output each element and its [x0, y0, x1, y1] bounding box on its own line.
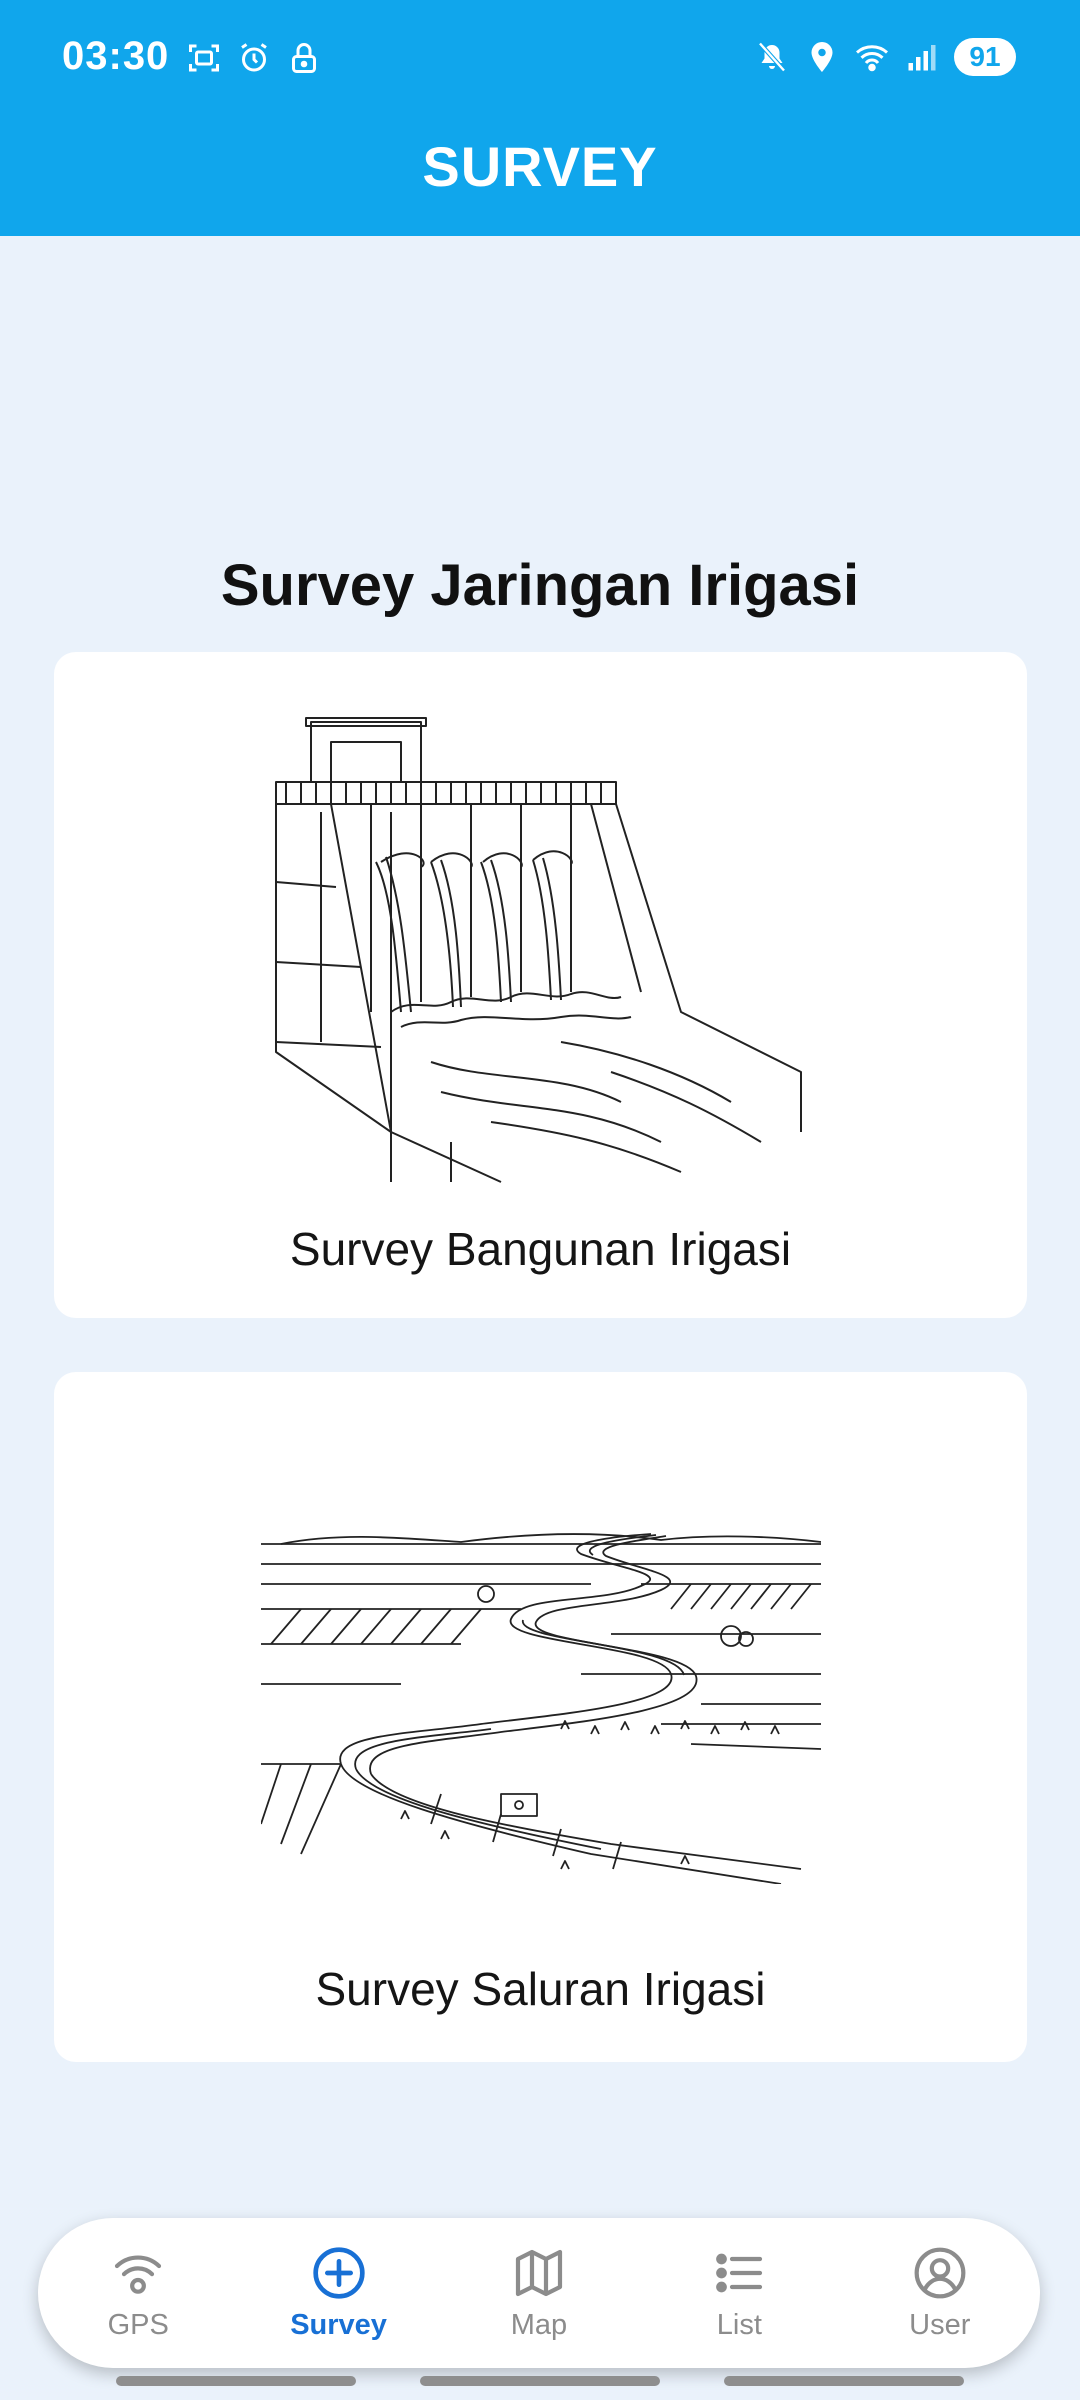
survey-bangunan-card[interactable]: Survey Bangunan Irigasi	[54, 652, 1027, 1318]
status-icons-right: 91	[754, 38, 1016, 76]
lock-icon	[292, 43, 316, 73]
gesture-bar-left	[116, 2376, 356, 2386]
nav-item-gps[interactable]: GPS	[58, 2245, 218, 2342]
battery-indicator: 91	[954, 38, 1016, 76]
app-header: 03:30 91 SURVEY	[0, 0, 1080, 236]
bottom-navigation: GPS Survey Map List User	[38, 2218, 1040, 2368]
gesture-bar-center	[420, 2376, 660, 2386]
nav-item-survey[interactable]: Survey	[259, 2245, 419, 2342]
alarm-icon	[241, 43, 267, 72]
nav-item-user[interactable]: User	[860, 2245, 1020, 2342]
survey-saluran-card[interactable]: Survey Saluran Irigasi	[54, 1372, 1027, 2062]
nav-item-list[interactable]: List	[659, 2245, 819, 2342]
irrigation-canal-illustration	[260, 1533, 821, 1884]
section-heading: Survey Jaringan Irigasi	[220, 553, 860, 618]
user-icon	[914, 2247, 966, 2298]
survey-bangunan-label: Survey Bangunan Irigasi	[289, 1223, 792, 1275]
nav-label-map: Map	[510, 2308, 568, 2341]
mute-icon	[758, 42, 786, 72]
nav-label-list: List	[716, 2308, 762, 2341]
nav-label-survey: Survey	[290, 2308, 387, 2341]
gesture-bar-right	[724, 2376, 964, 2386]
map-icon	[515, 2249, 563, 2296]
dam-spillway-illustration	[274, 717, 802, 1183]
nav-label-user: User	[909, 2308, 971, 2341]
screenshot-icon	[189, 44, 219, 72]
list-icon	[716, 2253, 763, 2292]
survey-saluran-label: Survey Saluran Irigasi	[315, 1963, 766, 2015]
status-time: 03:30	[62, 34, 170, 78]
signal-icon	[908, 45, 936, 71]
page-title: SURVEY	[422, 135, 658, 198]
nav-label-gps: GPS	[107, 2308, 169, 2341]
add-circle-icon	[312, 2246, 365, 2299]
status-icons-left	[186, 40, 322, 76]
gps-signal-icon	[115, 2255, 162, 2294]
wifi-icon	[856, 45, 888, 72]
nav-item-map[interactable]: Map	[459, 2245, 619, 2342]
location-icon	[811, 42, 833, 72]
